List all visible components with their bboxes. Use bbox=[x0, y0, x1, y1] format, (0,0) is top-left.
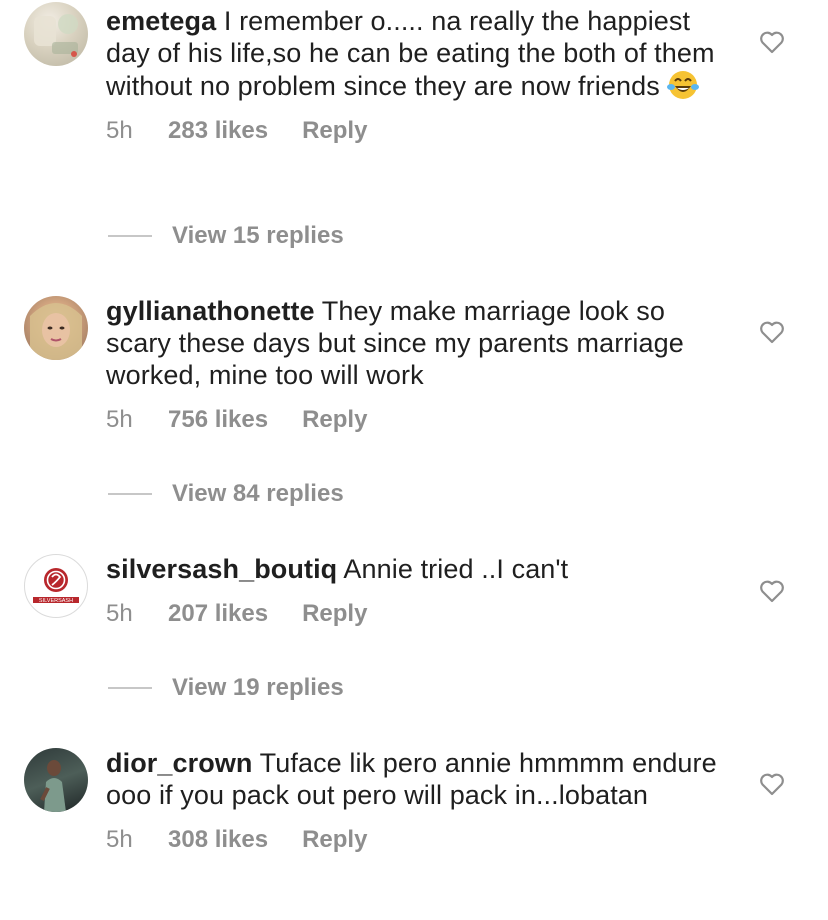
avatar-logo-text: SILVERSASH bbox=[39, 598, 73, 604]
avatar[interactable] bbox=[24, 2, 88, 66]
username[interactable]: emetega bbox=[106, 6, 216, 36]
comment-meta: 5h 283 likes Reply bbox=[106, 116, 726, 146]
comment-time: 5h bbox=[106, 600, 133, 627]
reply-button[interactable]: Reply bbox=[302, 826, 367, 854]
username[interactable]: silversash_boutiq bbox=[106, 554, 337, 584]
view-replies-label: View 15 replies bbox=[172, 222, 344, 249]
avatar[interactable] bbox=[24, 748, 88, 812]
reply-button[interactable]: Reply bbox=[302, 406, 367, 434]
username[interactable]: gyllianathonette bbox=[106, 296, 315, 326]
comment-time: 5h bbox=[106, 406, 133, 433]
replies-divider bbox=[108, 687, 152, 689]
comment-text: silversash_boutiq Annie tried ..I can't bbox=[106, 553, 726, 585]
replies-divider bbox=[108, 235, 152, 237]
view-replies-button[interactable]: View 84 replies bbox=[108, 480, 344, 508]
heart-outline-icon[interactable] bbox=[759, 320, 785, 344]
comment-time: 5h bbox=[106, 117, 133, 144]
heart-outline-icon[interactable] bbox=[759, 772, 785, 796]
comment-time: 5h bbox=[106, 826, 133, 853]
view-replies-button[interactable]: View 15 replies bbox=[108, 222, 344, 250]
laughing-emoji-icon bbox=[666, 69, 700, 101]
replies-divider bbox=[108, 493, 152, 495]
heart-outline-icon[interactable] bbox=[759, 579, 785, 603]
username[interactable]: dior_crown bbox=[106, 748, 253, 778]
view-replies-label: View 84 replies bbox=[172, 480, 344, 507]
likes-count[interactable]: 283 likes bbox=[168, 117, 268, 145]
reply-button[interactable]: Reply bbox=[302, 117, 367, 145]
avatar[interactable] bbox=[24, 296, 88, 360]
heart-outline-icon[interactable] bbox=[759, 30, 785, 54]
view-replies-label: View 19 replies bbox=[172, 674, 344, 701]
view-replies-button[interactable]: View 19 replies bbox=[108, 674, 344, 702]
comment-text: dior_crown Tuface lik pero annie hmmmm e… bbox=[106, 747, 726, 811]
likes-count[interactable]: 756 likes bbox=[168, 406, 268, 434]
comment-text: emetega I remember o..... na really the … bbox=[106, 5, 726, 102]
comment-body: Annie tried ..I can't bbox=[343, 554, 569, 584]
avatar[interactable]: SILVERSASH bbox=[24, 554, 88, 618]
comment-meta: 5h 308 likes Reply bbox=[106, 825, 726, 855]
comment-text: gyllianathonette They make marriage look… bbox=[106, 295, 726, 391]
reply-button[interactable]: Reply bbox=[302, 600, 367, 628]
comment-meta: 5h 207 likes Reply bbox=[106, 599, 726, 629]
likes-count[interactable]: 207 likes bbox=[168, 600, 268, 628]
likes-count[interactable]: 308 likes bbox=[168, 826, 268, 854]
comment-meta: 5h 756 likes Reply bbox=[106, 405, 726, 435]
